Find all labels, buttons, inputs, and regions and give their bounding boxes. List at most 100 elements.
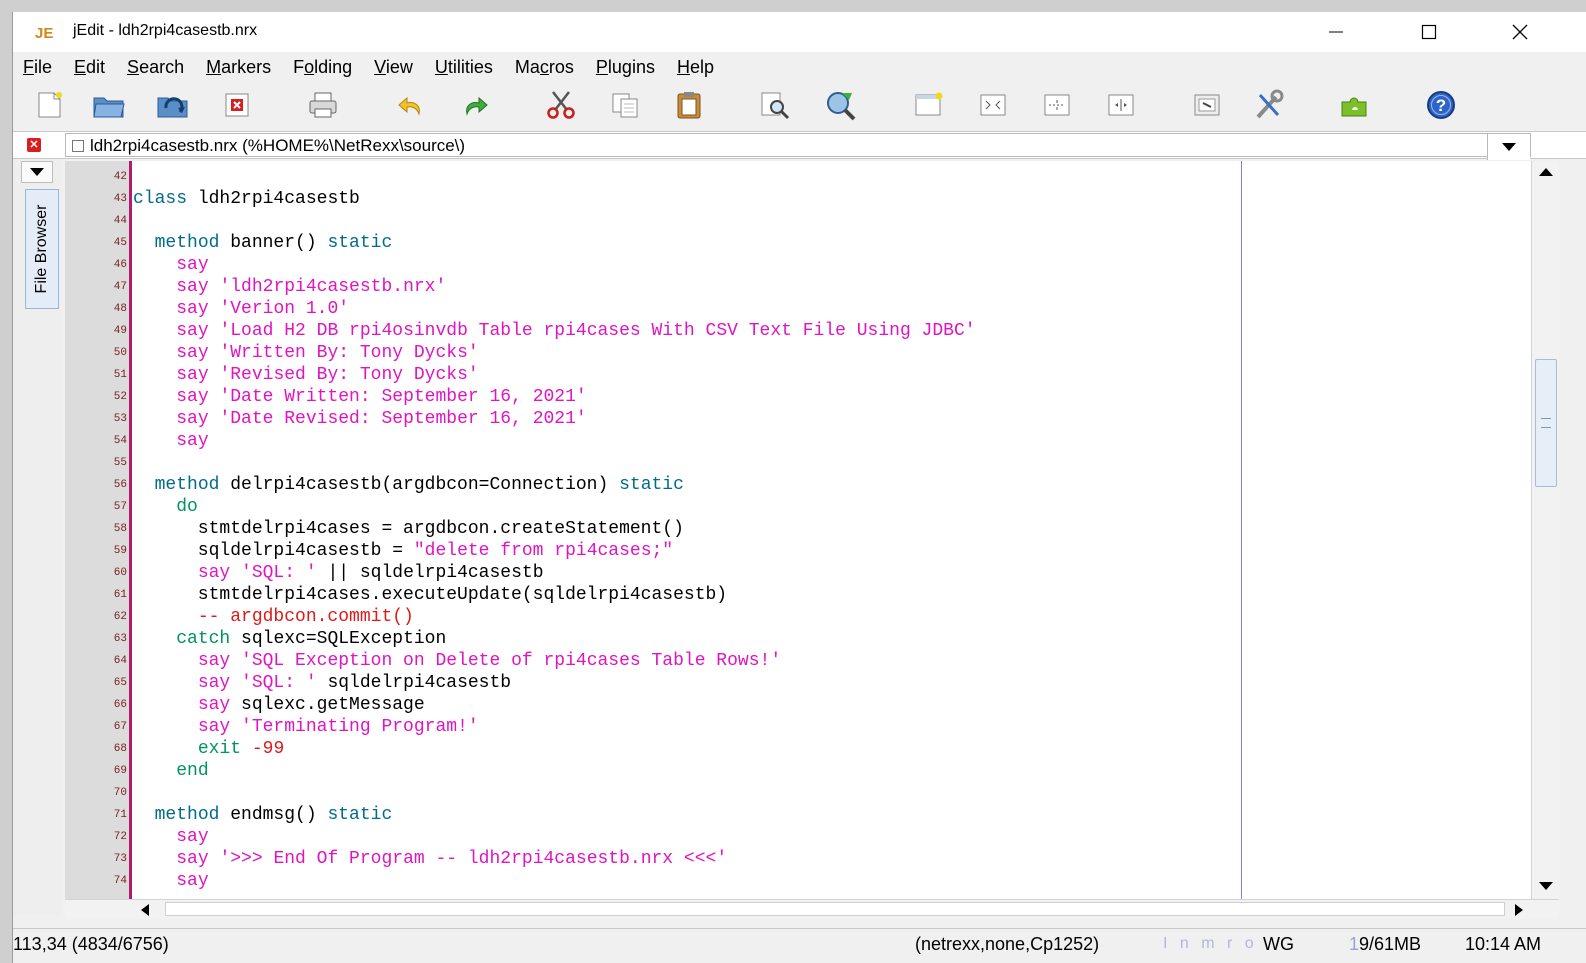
- close-file-button[interactable]: [219, 88, 255, 122]
- redo-button[interactable]: [457, 88, 493, 122]
- wrap-status[interactable]: WG: [1263, 934, 1294, 955]
- paste-icon: [677, 92, 701, 119]
- menu-macros[interactable]: Macros: [505, 57, 584, 78]
- code-line[interactable]: 70: [65, 782, 1531, 804]
- caret-position-status[interactable]: 113,34 (4834/6756): [13, 934, 169, 955]
- code-line[interactable]: 59 sqldelrpi4casestb = "delete from rpi4…: [65, 540, 1531, 562]
- buffer-dropdown-button[interactable]: [1487, 134, 1530, 160]
- file-browser-tab[interactable]: File Browser: [25, 189, 59, 309]
- undo-button[interactable]: [393, 88, 429, 122]
- window-title: jEdit - ldh2rpi4casestb.nrx: [73, 22, 258, 39]
- maximize-icon: [1421, 24, 1437, 40]
- scroll-left-button[interactable]: [131, 900, 159, 920]
- print-button[interactable]: [305, 88, 341, 122]
- copy-button[interactable]: [607, 88, 643, 122]
- menu-plugins[interactable]: Plugins: [586, 57, 665, 78]
- code-line[interactable]: 49 say 'Load H2 DB rpi4osinvdb Table rpi…: [65, 320, 1531, 342]
- global-options-button[interactable]: [1251, 88, 1287, 122]
- code-line[interactable]: 42: [65, 166, 1531, 188]
- scroll-up-button[interactable]: [1532, 161, 1560, 183]
- code-line[interactable]: 68 exit -99: [65, 738, 1531, 760]
- code-line[interactable]: 62 -- argdbcon.commit(): [65, 606, 1531, 628]
- code-token: stmtdelrpi4cases.executeUpdate(sqldelrpi…: [133, 585, 728, 605]
- menu-folding[interactable]: Folding: [283, 57, 362, 78]
- code-line[interactable]: 72 say: [65, 826, 1531, 848]
- code-line[interactable]: 50 say 'Written By: Tony Dycks': [65, 342, 1531, 364]
- code-token: "delete from rpi4cases;": [413, 541, 674, 561]
- code-line[interactable]: 67 say 'Terminating Program!': [65, 716, 1531, 738]
- find-next-button[interactable]: [823, 88, 859, 122]
- buffer-options-button[interactable]: [1189, 88, 1225, 122]
- find-button[interactable]: [757, 88, 793, 122]
- editing-flags-status[interactable]: I n m r o: [1163, 935, 1258, 953]
- scroll-right-button[interactable]: [1505, 900, 1533, 920]
- menu-search[interactable]: Search: [117, 57, 194, 78]
- code-line[interactable]: 52 say 'Date Written: September 16, 2021…: [65, 386, 1531, 408]
- code-line[interactable]: 45 method banner() static: [65, 232, 1531, 254]
- title-bar[interactable]: JE jEdit - ldh2rpi4casestb.nrx: [13, 12, 1586, 52]
- menu-view[interactable]: View: [364, 57, 423, 78]
- code-line[interactable]: 74 say: [65, 870, 1531, 892]
- line-number: 72: [113, 831, 127, 843]
- buffer-switcher[interactable]: ldh2rpi4casestb.nrx (%HOME%\NetRexx\sour…: [65, 133, 1531, 160]
- cut-button[interactable]: [543, 88, 579, 122]
- code-text: say 'Revised By: Tony Dycks': [133, 365, 478, 385]
- code-line[interactable]: 53 say 'Date Revised: September 16, 2021…: [65, 408, 1531, 430]
- menu-file[interactable]: File: [13, 57, 62, 78]
- code-line[interactable]: 65 say 'SQL: ' sqldelrpi4casestb: [65, 672, 1531, 694]
- code-line[interactable]: 57 do: [65, 496, 1531, 518]
- code-line[interactable]: 46 say: [65, 254, 1531, 276]
- minimize-button[interactable]: [1313, 12, 1359, 52]
- code-line[interactable]: 56 method delrpi4casestb(argdbcon=Connec…: [65, 474, 1531, 496]
- code-line[interactable]: 51 say 'Revised By: Tony Dycks': [65, 364, 1531, 386]
- menu-help[interactable]: Help: [667, 57, 724, 78]
- menu-edit[interactable]: Edit: [64, 57, 115, 78]
- mode-encoding-status[interactable]: (netrexx,none,Cp1252): [915, 934, 1099, 955]
- menu-utilities[interactable]: Utilities: [425, 57, 503, 78]
- code-line[interactable]: 66 say sqlexc.getMessage: [65, 694, 1531, 716]
- code-line[interactable]: 69 end: [65, 760, 1531, 782]
- horizontal-scroll-thumb[interactable]: [165, 902, 1505, 916]
- dock-menu-button[interactable]: [21, 161, 53, 183]
- split-vertical-button[interactable]: [1039, 88, 1075, 122]
- vertical-scroll-thumb[interactable]: [1535, 359, 1557, 487]
- split-horizontal-button[interactable]: [975, 88, 1011, 122]
- code-line[interactable]: 73 say '>>> End Of Program -- ldh2rpi4ca…: [65, 848, 1531, 870]
- scroll-down-button[interactable]: [1532, 875, 1560, 897]
- code-line[interactable]: 60 say 'SQL: ' || sqldelrpi4casestb: [65, 562, 1531, 584]
- memory-value: 9/61MB: [1359, 934, 1422, 954]
- text-area[interactable]: 42 43 class ldh2rpi4casestb 44 45 method ban…: [65, 161, 1531, 899]
- paste-button[interactable]: [671, 88, 707, 122]
- code-line[interactable]: 47 say 'ldh2rpi4casestb.nrx': [65, 276, 1531, 298]
- unsplit-button[interactable]: [1103, 88, 1139, 122]
- vertical-scrollbar[interactable]: [1531, 161, 1559, 899]
- chevron-right-icon: [1515, 904, 1523, 916]
- menu-markers[interactable]: Markers: [196, 57, 281, 78]
- code-text: say 'SQL: ' sqldelrpi4casestb: [133, 673, 511, 693]
- code-line[interactable]: 61 stmtdelrpi4cases.executeUpdate(sqldel…: [65, 584, 1531, 606]
- reload-button[interactable]: [155, 88, 191, 122]
- code-token: 'SQL Exception on Delete of rpi4cases Ta…: [241, 651, 782, 671]
- code-line[interactable]: 63 catch sqlexc=SQLException: [65, 628, 1531, 650]
- code-line[interactable]: 54 say: [65, 430, 1531, 452]
- code-line[interactable]: 71 method endmsg() static: [65, 804, 1531, 826]
- close-window-button[interactable]: [1497, 12, 1543, 52]
- open-file-button[interactable]: [91, 88, 127, 122]
- code-line[interactable]: 58 stmtdelrpi4cases = argdbcon.createSta…: [65, 518, 1531, 540]
- help-button[interactable]: ?: [1423, 88, 1459, 122]
- code-line[interactable]: 43 class ldh2rpi4casestb: [65, 188, 1531, 210]
- code-line[interactable]: 64 say 'SQL Exception on Delete of rpi4c…: [65, 650, 1531, 672]
- plugin-manager-button[interactable]: [1337, 88, 1373, 122]
- horizontal-scrollbar[interactable]: [65, 899, 1559, 919]
- code-line[interactable]: 55: [65, 452, 1531, 474]
- memory-status[interactable]: 19/61MB: [1349, 934, 1421, 955]
- menu-mnemonic: c: [539, 56, 549, 77]
- code-line[interactable]: 48 say 'Verion 1.0': [65, 298, 1531, 320]
- new-view-button[interactable]: [911, 88, 947, 122]
- new-file-button[interactable]: [31, 88, 67, 122]
- close-buffer-button[interactable]: ✕: [27, 138, 41, 152]
- code-line[interactable]: 44: [65, 210, 1531, 232]
- maximize-button[interactable]: [1406, 12, 1452, 52]
